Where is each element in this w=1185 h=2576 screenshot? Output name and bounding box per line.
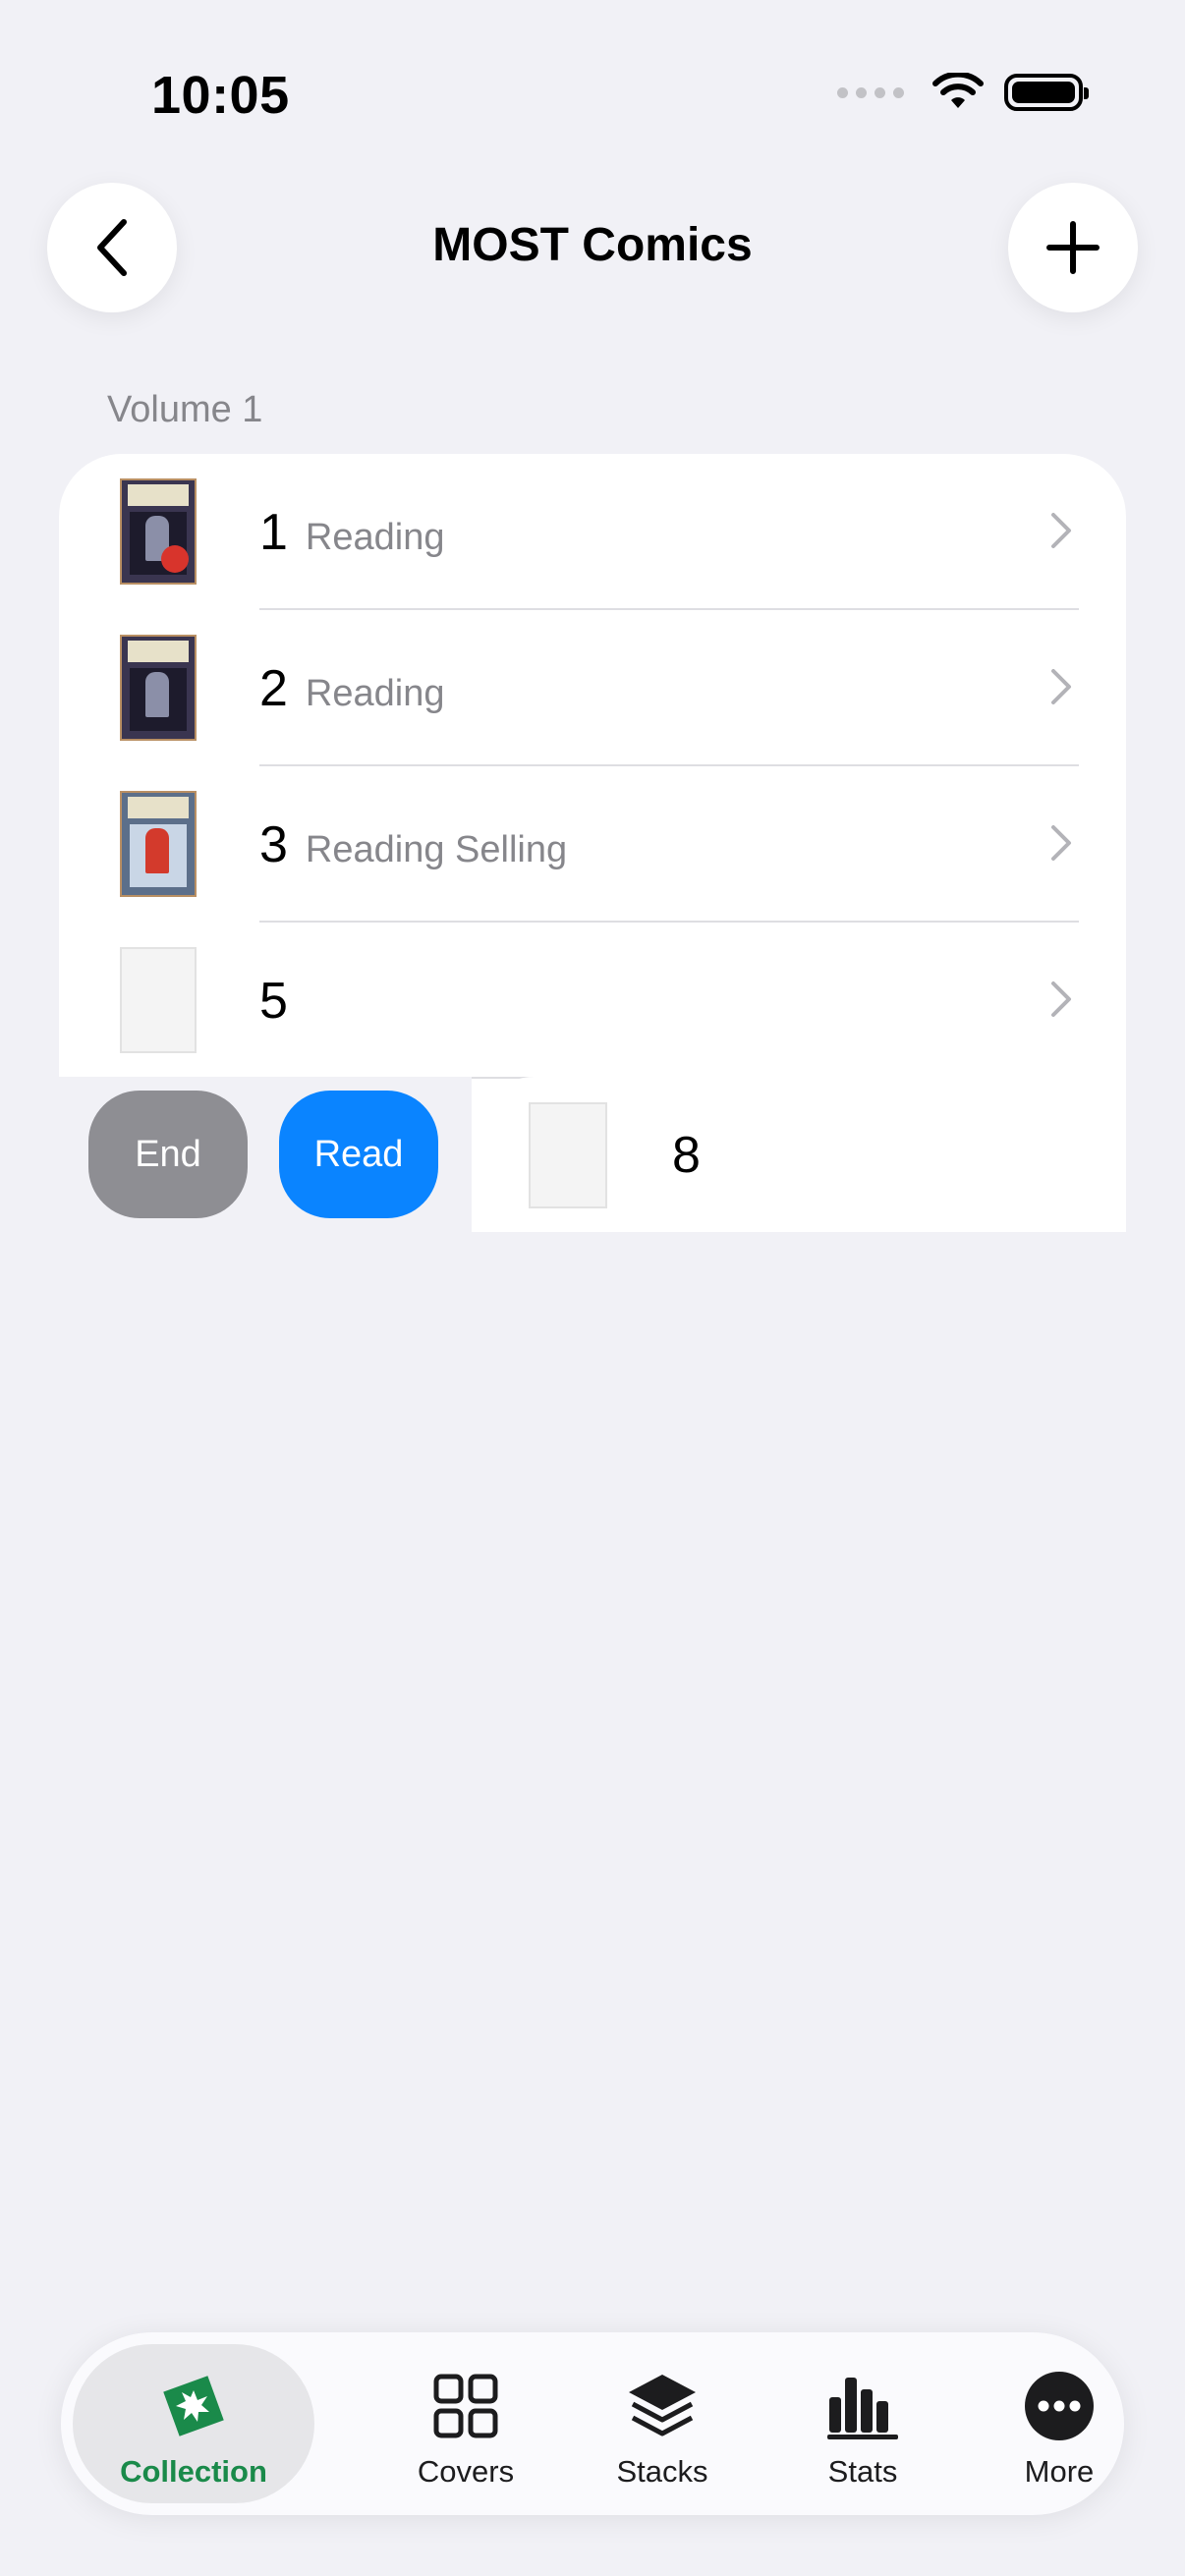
chevron-right-icon — [1051, 669, 1071, 704]
issue-status: Reading — [305, 517, 445, 558]
issue-number: 2 Reading — [259, 660, 445, 717]
issue-row-3[interactable]: 3 Reading Selling — [59, 766, 1126, 923]
issue-number: 5 — [259, 973, 288, 1030]
tab-stats[interactable]: Stats — [764, 2344, 961, 2503]
tab-covers[interactable]: Covers — [367, 2344, 564, 2503]
issue-number: 1 Reading — [259, 504, 445, 561]
issue-row-8-swiped: End Read 8 — [0, 1077, 1185, 1232]
collection-icon — [163, 2376, 224, 2436]
add-button[interactable] — [1008, 183, 1138, 312]
status-time: 10:05 — [151, 66, 290, 125]
tab-collection[interactable]: Collection — [73, 2344, 314, 2503]
cover-thumbnail — [120, 478, 197, 585]
chevron-right-icon — [1051, 981, 1071, 1017]
cover-thumbnail — [120, 635, 197, 741]
chevron-right-icon — [1051, 825, 1071, 861]
end-button[interactable]: End — [88, 1091, 248, 1218]
issue-row-5[interactable]: 5 — [59, 923, 1126, 1079]
issue-row-8[interactable]: 8 — [472, 1077, 1126, 1232]
issue-status: Reading Selling — [305, 829, 568, 870]
bar-chart-icon — [827, 2378, 898, 2439]
issue-row-1[interactable]: 1 Reading — [59, 454, 1126, 610]
status-icons — [837, 73, 1089, 112]
chevron-right-icon — [1051, 513, 1071, 548]
plus-icon — [1046, 221, 1100, 274]
cover-placeholder — [120, 947, 197, 1053]
grid-icon — [433, 2374, 498, 2438]
stacks-icon — [629, 2375, 696, 2436]
cover-thumbnail — [120, 791, 197, 897]
wifi-icon — [932, 73, 984, 108]
issue-row-2[interactable]: 2 Reading — [59, 610, 1126, 766]
cover-placeholder — [529, 1102, 607, 1208]
read-button[interactable]: Read — [279, 1091, 438, 1218]
section-header: Volume 1 — [107, 389, 263, 430]
issue-number: 3 Reading Selling — [259, 816, 568, 873]
cellular-signal-icon — [837, 86, 904, 98]
battery-icon — [1004, 74, 1089, 111]
issue-status: Reading — [305, 673, 445, 714]
tab-more[interactable]: More — [961, 2344, 1157, 2503]
tab-bar: Collection Covers Stacks Stats More — [61, 2332, 1124, 2515]
issue-number: 8 — [672, 1127, 701, 1184]
more-icon — [1025, 2372, 1094, 2440]
tab-stacks[interactable]: Stacks — [564, 2344, 761, 2503]
